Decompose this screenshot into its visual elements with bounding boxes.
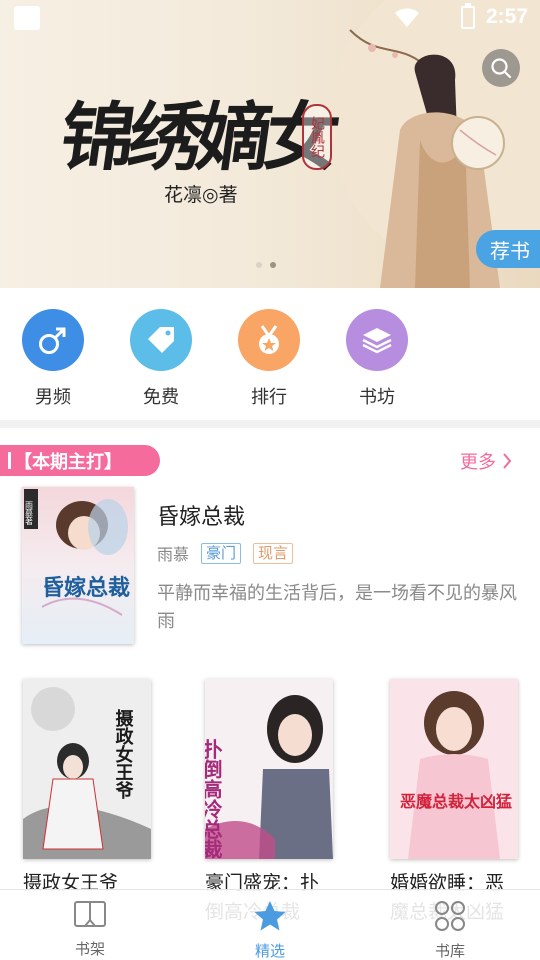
carousel-dot-active (270, 262, 276, 268)
nav-featured[interactable]: 精选 (230, 900, 310, 960)
section-divider (0, 420, 540, 428)
status-bar: 2:57 (0, 0, 540, 36)
category-icon-bg (130, 309, 192, 371)
banner-book-title: 锦绣嫡女 (55, 95, 340, 181)
category-label: 男频 (35, 387, 71, 408)
book-cover-text: 摄政女王爷 (113, 708, 134, 800)
featured-book-cover[interactable]: 昏嫁总裁 雨慕著 (22, 487, 134, 644)
layers-icon (362, 328, 392, 354)
featured-cover-text: 昏嫁总裁 (42, 575, 130, 601)
more-label: 更多 (460, 452, 496, 473)
status-time: 2:57 (486, 5, 529, 28)
featured-book-description: 平静而幸福的生活背后，是一场看不见的暴风雨 (157, 583, 517, 632)
medal-icon (259, 325, 279, 354)
banner-carousel[interactable]: 锦绣嫡女 妃胤纪 花凛◎著 荐书 (0, 0, 540, 288)
section-title: 【本期主打】 (0, 445, 160, 476)
nav-library[interactable]: 书库 (410, 900, 490, 960)
category-label: 排行 (251, 387, 287, 408)
star-icon (254, 901, 286, 931)
book-cover[interactable]: 扑倒高冷总裁 (205, 679, 333, 859)
nav-label: 书库 (434, 942, 465, 960)
grid-icon (435, 901, 465, 931)
category-icon-bg (22, 309, 84, 371)
category-male[interactable]: 男频 (21, 309, 85, 409)
category-free[interactable]: 免费 (129, 309, 193, 409)
nav-label: 精选 (254, 942, 285, 960)
male-icon (39, 327, 66, 354)
book-cover-art: 摄政女王爷 (23, 679, 151, 859)
genre-tag: 现言 (253, 542, 294, 564)
recommend-badge[interactable]: 荐书 (476, 230, 540, 268)
category-label: 免费 (143, 387, 179, 408)
book-cover-text: 恶魔总裁太凶猛 (400, 792, 512, 811)
category-ranking[interactable]: 排行 (237, 309, 301, 409)
category-icon-bg (238, 309, 300, 371)
bottom-navigation: 书架 精选 书库 (0, 889, 540, 960)
chevron-right-icon (503, 453, 512, 469)
carousel-indicator (256, 262, 276, 268)
banner-seal: 妃胤纪 (302, 104, 332, 170)
banner-author: 花凛◎著 (164, 184, 238, 206)
carousel-dot (256, 262, 262, 268)
book-cover[interactable]: 恶魔总裁太凶猛 (390, 679, 518, 859)
price-tag-icon (148, 327, 174, 353)
genre-tag: 豪门 (201, 542, 242, 564)
app-screen: 锦绣嫡女 妃胤纪 花凛◎著 荐书 2:57 男频 免费 排行 书坊 【本期主打】… (0, 0, 540, 960)
featured-book-meta: 雨慕 豪门 现言 (157, 541, 294, 565)
search-icon (491, 58, 512, 79)
battery-icon (461, 3, 475, 29)
bookshelf-icon (74, 901, 106, 927)
featured-cover-side: 雨慕著 (25, 501, 34, 526)
book-cover[interactable]: 摄政女王爷 (23, 679, 151, 859)
category-icon-bg (346, 309, 408, 371)
category-label: 书坊 (359, 387, 395, 408)
app-notification-icon (14, 6, 40, 30)
search-button[interactable] (482, 49, 520, 87)
more-link[interactable]: 更多 (460, 448, 512, 474)
featured-book-title[interactable]: 昏嫁总裁 (157, 499, 245, 531)
nav-bookshelf[interactable]: 书架 (50, 900, 130, 959)
wifi-icon (395, 8, 419, 27)
book-cover-art: 扑倒高冷总裁 (205, 679, 333, 859)
category-row: 男频 免费 排行 书坊 (0, 288, 540, 420)
book-cover-text: 扑倒高冷总裁 (205, 738, 223, 859)
book-cover-art: 恶魔总裁太凶猛 (390, 679, 518, 859)
featured-author: 雨慕 (157, 545, 190, 564)
nav-label: 书架 (74, 940, 105, 958)
category-bookshop[interactable]: 书坊 (345, 309, 409, 409)
featured-cover-art: 昏嫁总裁 雨慕著 (22, 487, 134, 644)
